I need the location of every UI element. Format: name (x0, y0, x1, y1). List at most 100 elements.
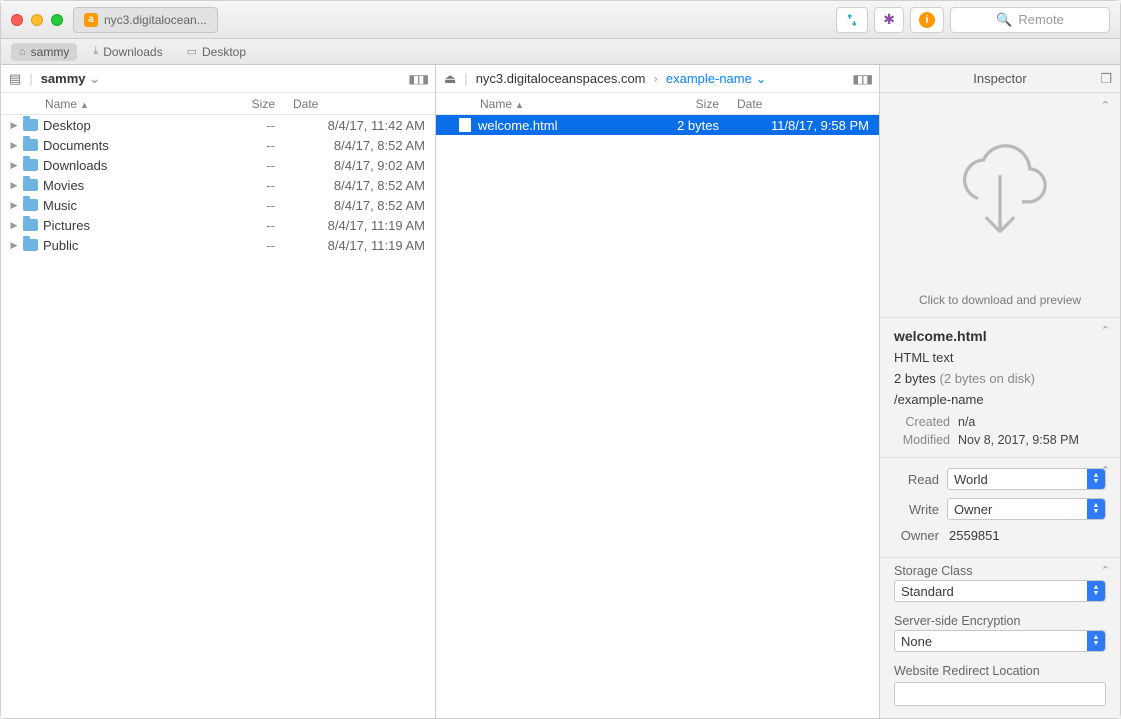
eject-icon[interactable]: ⏏ (444, 71, 456, 87)
inspector-file-type: HTML text (894, 350, 1106, 365)
select-arrows-icon: ▲▼ (1087, 581, 1105, 601)
info-icon: i (919, 12, 935, 28)
owner-label: Owner (894, 528, 939, 543)
local-file-list: ▶Desktop--8/4/17, 11:42 AM ▶Documents--8… (1, 115, 435, 718)
inspector-file-name: welcome.html (894, 328, 1106, 344)
close-window-button[interactable] (11, 14, 23, 26)
remote-file-list: welcome.html 2 bytes 11/8/17, 9:58 PM (436, 115, 879, 718)
section-collapse-icon[interactable]: ⌃ (1101, 99, 1110, 112)
cloud-download-button[interactable] (880, 93, 1120, 293)
write-select[interactable]: Owner ▲▼ (947, 498, 1106, 520)
folder-icon (23, 119, 38, 131)
remote-column-headers[interactable]: Name▲ Size Date (436, 93, 879, 115)
download-icon: ⤓ (93, 45, 98, 58)
home-icon: ⌂ (19, 46, 26, 58)
chevron-down-icon: ⌄ (755, 71, 766, 86)
list-item[interactable]: ▶Pictures--8/4/17, 11:19 AM (1, 215, 435, 235)
disclosure-triangle-icon[interactable]: ▶ (7, 220, 21, 231)
action-button[interactable]: ✱ (874, 7, 904, 33)
remote-search[interactable]: 🔍 Remote (950, 7, 1110, 33)
bookmark-bar: ⌂ sammy ⤓ Downloads ▭ Desktop (1, 39, 1120, 65)
inspector-permissions-section: ⌃ Read World ▲▼ Write Owner ▲▼ Ow (880, 458, 1120, 558)
bookmark-label: Downloads (103, 45, 162, 59)
info-button[interactable]: i (910, 7, 944, 33)
local-column-headers[interactable]: Name▲ Size Date (1, 93, 435, 115)
list-item[interactable]: ▶Documents--8/4/17, 8:52 AM (1, 135, 435, 155)
inspector-storage-section: ⌃ Storage Class Standard ▲▼ Server-side … (880, 558, 1120, 718)
created-value: n/a (958, 415, 1106, 429)
inspector-pane: Inspector ❐ ⌃ Click to download and prev… (880, 65, 1120, 718)
desktop-icon: ▭ (187, 45, 197, 58)
list-item[interactable]: ▶Music--8/4/17, 8:52 AM (1, 195, 435, 215)
storage-class-select[interactable]: Standard ▲▼ (894, 580, 1106, 602)
read-select[interactable]: World ▲▼ (947, 468, 1106, 490)
list-item[interactable]: ▶Downloads--8/4/17, 9:02 AM (1, 155, 435, 175)
folder-icon (23, 199, 38, 211)
modified-value: Nov 8, 2017, 9:58 PM (958, 433, 1106, 447)
owner-value: 2559851 (947, 528, 1106, 543)
bookmark-downloads[interactable]: ⤓ Downloads (85, 43, 170, 61)
disclosure-triangle-icon[interactable]: ▶ (7, 200, 21, 211)
disk-icon[interactable]: ▤ (9, 71, 21, 87)
write-label: Write (894, 502, 939, 517)
created-label: Created (894, 415, 950, 429)
remote-breadcrumb: ⏏ | nyc3.digitaloceanspaces.com › exampl… (436, 65, 879, 93)
remote-crumb-folder[interactable]: example-name ⌄ (666, 71, 767, 87)
storage-class-label: Storage Class (880, 558, 1120, 580)
inspector-preview-section: ⌃ Click to download and preview (880, 93, 1120, 318)
disclosure-triangle-icon[interactable]: ▶ (7, 140, 21, 151)
disclosure-triangle-icon[interactable]: ▶ (7, 240, 21, 251)
folder-icon (23, 159, 38, 171)
modified-label: Modified (894, 433, 950, 447)
inspector-title: Inspector ❐ (880, 65, 1120, 93)
select-arrows-icon: ▲▼ (1087, 631, 1105, 651)
disclosure-triangle-icon[interactable]: ▶ (7, 180, 21, 191)
read-label: Read (894, 472, 939, 487)
view-mode-button[interactable]: ◧◨ (408, 72, 427, 86)
cloud-caption: Click to download and preview (880, 293, 1120, 317)
remote-search-placeholder: Remote (1018, 12, 1064, 27)
sse-label: Server-side Encryption (880, 608, 1120, 630)
inspector-info-section: ⌃ welcome.html HTML text 2 bytes (2 byte… (880, 318, 1120, 458)
minimize-window-button[interactable] (31, 14, 43, 26)
bookmark-desktop[interactable]: ▭ Desktop (179, 43, 254, 61)
local-crumb-label[interactable]: sammy ⌄ (41, 71, 100, 87)
file-icon (459, 118, 471, 132)
list-item[interactable]: ▶Desktop--8/4/17, 11:42 AM (1, 115, 435, 135)
sse-select[interactable]: None ▲▼ (894, 630, 1106, 652)
app-icon: a (84, 13, 98, 27)
section-collapse-icon[interactable]: ⌃ (1101, 324, 1110, 337)
remote-pane: ⏏ | nyc3.digitaloceanspaces.com › exampl… (436, 65, 880, 718)
search-icon: 🔍 (996, 12, 1012, 28)
select-arrows-icon: ▲▼ (1087, 469, 1105, 489)
cloud-download-icon (945, 138, 1055, 248)
redirect-input[interactable] (894, 682, 1106, 706)
disclosure-triangle-icon[interactable]: ▶ (7, 120, 21, 131)
zoom-window-button[interactable] (51, 14, 63, 26)
list-item[interactable]: ▶Movies--8/4/17, 8:52 AM (1, 175, 435, 195)
redirect-label: Website Redirect Location (880, 658, 1120, 680)
sync-button[interactable] (836, 7, 868, 33)
window-controls (11, 14, 63, 26)
sort-asc-icon: ▲ (80, 100, 89, 110)
select-arrows-icon: ▲▼ (1087, 499, 1105, 519)
list-item[interactable]: ▶Public--8/4/17, 11:19 AM (1, 235, 435, 255)
sort-asc-icon: ▲ (515, 100, 524, 110)
view-mode-button[interactable]: ◧◨ (852, 72, 871, 86)
local-breadcrumb: ▤ | sammy ⌄ ◧◨ (1, 65, 435, 93)
folder-icon (23, 179, 38, 191)
bookmark-sammy[interactable]: ⌂ sammy (11, 43, 77, 61)
duplicate-view-icon[interactable]: ❐ (1100, 71, 1112, 87)
folder-icon (23, 239, 38, 251)
chevron-right-icon: › (654, 71, 658, 86)
local-pane: ▤ | sammy ⌄ ◧◨ Name▲ Size Date ▶Desktop-… (1, 65, 436, 718)
bookmark-label: Desktop (202, 45, 246, 59)
section-collapse-icon[interactable]: ⌃ (1101, 564, 1110, 577)
connection-tab[interactable]: a nyc3.digitalocean... (73, 7, 218, 33)
list-item[interactable]: welcome.html 2 bytes 11/8/17, 9:58 PM (436, 115, 879, 135)
disclosure-triangle-icon[interactable]: ▶ (7, 160, 21, 171)
remote-crumb-host[interactable]: nyc3.digitaloceanspaces.com (476, 71, 646, 86)
bookmark-label: sammy (31, 45, 70, 59)
folder-icon (23, 139, 38, 151)
folder-icon (23, 219, 38, 231)
